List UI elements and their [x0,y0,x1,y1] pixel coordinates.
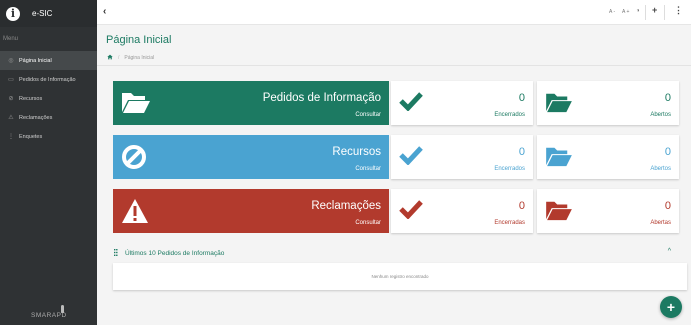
abertos-label: Abertos [650,166,671,172]
check-icon [399,199,423,224]
vertical-dots-icon: ⋮ [8,134,14,140]
folder-icon: ▭ [8,77,14,83]
consultar-link[interactable]: Consultar [355,112,381,118]
ban-icon [121,144,147,175]
sidebar-item-pagina-inicial[interactable]: ◎ Página Inicial [0,51,97,70]
list-icon [114,248,121,258]
abertas-count: 0 [664,200,671,212]
empty-state-text: Nenhum registro encontrado [113,263,687,290]
sidebar-item-label: Enquetes [19,133,43,140]
sidebar-item-label: Recursos [19,95,43,102]
ban-icon: ⊘ [8,96,14,102]
recursos-abertos-card[interactable]: 0 Abertos [537,135,679,179]
tile-title: Recursos [332,146,381,158]
flame-icon [61,305,64,313]
check-icon [399,91,423,116]
sidebar: i e-SIC Menu ◎ Página Inicial ▭ Pedidos … [0,0,97,325]
encerrados-count: 0 [518,146,525,158]
brand-logo: SMARAPD [31,312,67,319]
more-options-button[interactable]: ⋮ [674,5,683,16]
folder-open-icon [545,199,573,226]
abertas-label: Abertas [650,220,671,226]
consultar-link[interactable]: Consultar [355,220,381,226]
folder-open-icon [545,91,573,118]
breadcrumb: / Página Inicial [107,54,154,62]
consultar-link[interactable]: Consultar [355,166,381,172]
sidebar-item-reclamacoes[interactable]: ⚠ Reclamações [0,108,97,127]
recursos-encerrados-card[interactable]: 0 Encerrados [391,135,533,179]
panel-title: Últimos 10 Pedidos de Informação [125,249,225,257]
info-logo-icon[interactable]: i [6,6,20,21]
tile-title: Pedidos de Informação [262,92,381,104]
contrast-icon[interactable]: ◑ [636,8,640,14]
chevron-up-icon[interactable]: ^ [668,248,671,255]
panel-header[interactable]: Últimos 10 Pedidos de Informação [113,243,687,263]
recursos-tile[interactable]: Recursos Consultar [113,135,389,179]
folder-open-icon [545,145,573,172]
sidebar-item-pedidos[interactable]: ▭ Pedidos de Informação [0,70,97,89]
reclamacoes-encerradas-card[interactable]: 0 Encerradas [391,189,533,233]
sidebar-header: i e-SIC [0,0,97,27]
gauge-icon: ◎ [8,58,14,64]
pedidos-tile[interactable]: Pedidos de Informação Consultar [113,81,389,125]
check-icon [399,145,423,170]
sidebar-item-enquetes[interactable]: ⋮ Enquetes [0,127,97,146]
reclamacoes-tile[interactable]: Reclamações Consultar [113,189,389,233]
breadcrumb-item[interactable]: Página Inicial [124,55,154,61]
encerradas-count: 0 [518,200,525,212]
topbar: ‹ A - A + ◑ + ⋮ [97,0,691,25]
page-title: Página Inicial [106,34,172,46]
encerrados-count: 0 [518,92,525,104]
abertos-label: Abertos [650,112,671,118]
encerrados-label: Encerrados [494,112,525,118]
pedidos-encerrados-card[interactable]: 0 Encerrados [391,81,533,125]
reclamacoes-abertas-card[interactable]: 0 Abertas [537,189,679,233]
add-button[interactable]: + [652,5,657,15]
breadcrumb-separator: / [118,55,120,61]
recent-requests-panel: Últimos 10 Pedidos de Informação ^ Nenhu… [113,243,687,291]
divider [664,5,665,20]
warning-icon [121,198,149,229]
main-content: Pedidos de Informação Consultar 0 Encerr… [97,66,691,325]
sidebar-item-label: Página Inicial [19,57,52,64]
warning-icon: ⚠ [8,115,14,121]
sidebar-item-label: Reclamações [19,114,53,121]
tile-title: Reclamações [311,200,381,212]
page-header: Página Inicial / Página Inicial [97,25,691,66]
font-decrease-button[interactable]: A - [609,9,615,15]
divider [645,5,646,20]
sidebar-item-recursos[interactable]: ⊘ Recursos [0,89,97,108]
encerradas-label: Encerradas [494,220,525,226]
folder-open-icon [121,90,151,119]
pedidos-abertos-card[interactable]: 0 Abertos [537,81,679,125]
back-button[interactable]: ‹ [103,6,106,17]
sidebar-item-label: Pedidos de Informação [19,76,76,83]
encerrados-label: Encerrados [494,166,525,172]
add-fab-button[interactable]: + [660,296,682,318]
abertos-count: 0 [664,92,671,104]
app-name[interactable]: e-SIC [32,9,52,18]
abertos-count: 0 [664,146,671,158]
font-increase-button[interactable]: A + [622,9,629,15]
menu-label: Menu [3,36,19,42]
home-icon[interactable] [107,54,113,62]
